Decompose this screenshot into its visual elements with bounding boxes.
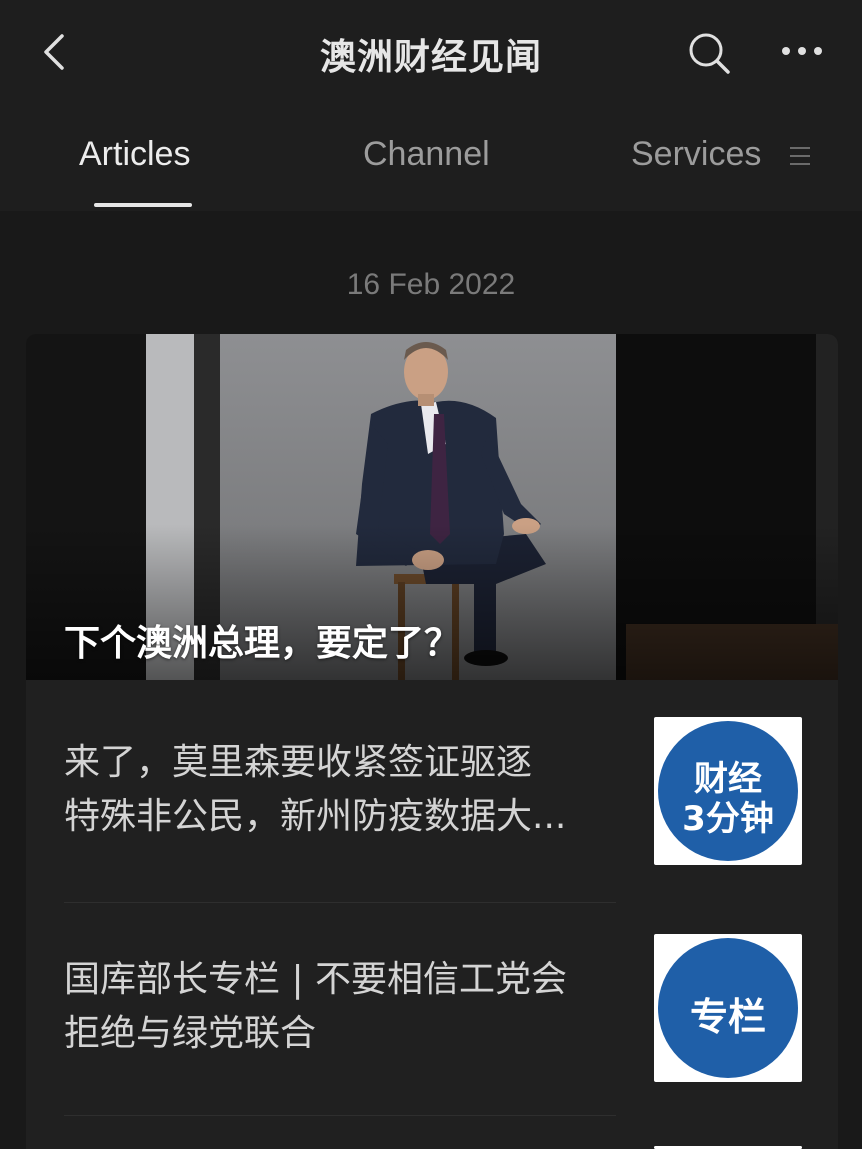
divider bbox=[64, 1115, 616, 1116]
hero-article[interactable]: 下个澳洲总理，要定了？ bbox=[26, 334, 838, 680]
tab-services[interactable]: Services bbox=[631, 135, 761, 174]
hero-caption: 下个澳洲总理，要定了？ bbox=[64, 623, 461, 664]
more-dots-icon[interactable] bbox=[778, 36, 826, 66]
article-title: 来了，莫里森要收紧签证驱逐 特殊非公民，新州防疫数据大... bbox=[64, 736, 624, 844]
active-tab-indicator bbox=[94, 203, 192, 207]
badge-text: 专栏 bbox=[689, 995, 766, 1039]
top-bar: 澳洲财经见闻 bbox=[0, 0, 862, 105]
article-title-line: 国库部长专栏 | 不要相信工党会 bbox=[64, 959, 568, 1000]
feed-date: 16 Feb 2022 bbox=[346, 268, 516, 301]
badge-text: 3分钟 bbox=[682, 799, 774, 839]
page-title: 澳洲财经见闻 bbox=[319, 37, 542, 78]
menu-lines-icon[interactable] bbox=[790, 145, 810, 167]
search-icon[interactable] bbox=[686, 30, 732, 76]
list-item[interactable]: 国库部长专栏 | 不要相信工党会 拒绝与绿党联合 专栏 bbox=[26, 903, 838, 1115]
list-item[interactable]: 来了，莫里森要收紧签证驱逐 特殊非公民，新州防疫数据大... 财经 3分钟 bbox=[26, 680, 838, 902]
thumbnail-badge: 专栏 bbox=[658, 938, 798, 1078]
tab-articles[interactable]: Articles bbox=[79, 135, 190, 174]
article-title-line: 特殊非公民，新州防疫数据大... bbox=[64, 796, 567, 837]
article-thumbnail: 专栏 bbox=[654, 934, 802, 1082]
thumbnail-badge: 财经 3分钟 bbox=[658, 721, 798, 861]
article-card: 下个澳洲总理，要定了？ 来了，莫里森要收紧签证驱逐 特殊非公民，新州防疫数据大.… bbox=[26, 334, 838, 1149]
article-title-line: 拒绝与绿党联合 bbox=[64, 1013, 317, 1054]
tab-channel[interactable]: Channel bbox=[363, 135, 490, 174]
tab-bar: Articles Channel Services bbox=[0, 105, 862, 211]
article-thumbnail: 财经 3分钟 bbox=[654, 717, 802, 865]
article-title-line: 来了，莫里森要收紧签证驱逐 bbox=[64, 742, 533, 783]
article-title: 国库部长专栏 | 不要相信工党会 拒绝与绿党联合 bbox=[64, 953, 624, 1061]
